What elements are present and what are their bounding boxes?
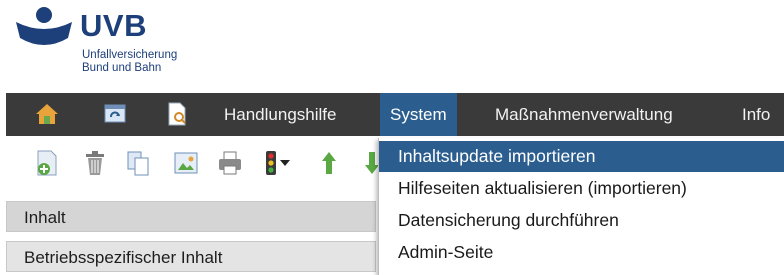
trash-icon[interactable] (81, 148, 109, 178)
menu-info[interactable]: Info (732, 93, 780, 136)
menu-system[interactable]: System (380, 93, 457, 136)
menu-item-inhaltsupdate-importieren[interactable]: Inhaltsupdate importieren (379, 141, 784, 172)
logo-line-2: Bund und Bahn (82, 62, 162, 74)
traffic-light-icon[interactable] (260, 148, 294, 178)
uvb-logo: UVB Unfallversicherung Bund und Bahn (14, 6, 214, 86)
logo-line-1: Unfallversicherung (82, 49, 178, 61)
home-icon[interactable] (34, 101, 60, 127)
refresh-icon[interactable] (102, 101, 128, 127)
menu-massnahmenverwaltung[interactable]: Maßnahmenverwaltung (485, 93, 683, 136)
menu-handlungshilfe[interactable]: Handlungshilfe (214, 93, 346, 136)
logo-brand-text: UVB (80, 8, 147, 43)
main-menubar: Handlungshilfe System Maßnahmenverwaltun… (6, 93, 784, 136)
uvb-logo-mark-icon (16, 7, 72, 45)
menu-item-hilfeseiten-aktualisieren[interactable]: Hilfeseiten aktualisieren (importieren) (379, 173, 784, 204)
tree-row-inhalt[interactable]: Inhalt (6, 201, 376, 232)
system-dropdown-menu: Inhaltsupdate importieren Hilfeseiten ak… (378, 138, 784, 275)
arrow-up-icon[interactable] (315, 148, 343, 178)
document-icon[interactable] (164, 101, 190, 127)
copy-icon[interactable] (124, 148, 152, 178)
print-icon[interactable] (216, 148, 244, 178)
toolbar (6, 136, 386, 196)
add-document-icon[interactable] (34, 148, 62, 178)
tree-row-betriebsspezifischer-inhalt[interactable]: Betriebsspezifischer Inhalt (6, 241, 376, 272)
menu-item-admin-seite[interactable]: Admin-Seite (379, 237, 784, 268)
menu-item-datensicherung-durchfuehren[interactable]: Datensicherung durchführen (379, 205, 784, 236)
image-icon[interactable] (172, 148, 200, 178)
